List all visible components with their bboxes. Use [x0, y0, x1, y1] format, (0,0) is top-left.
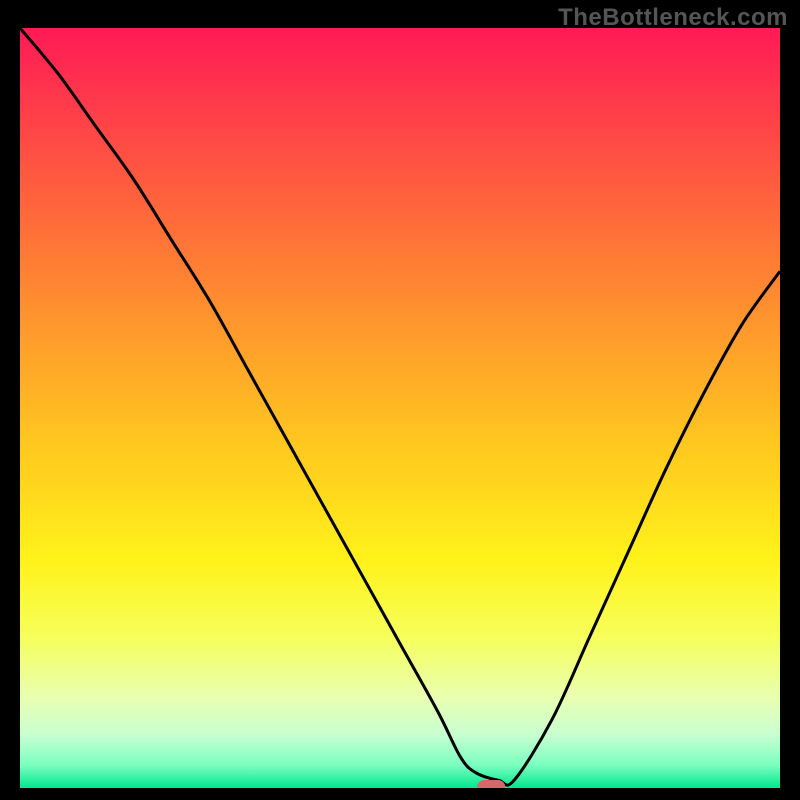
- plot-area: [20, 28, 780, 788]
- gradient-background: [20, 28, 780, 788]
- optimal-marker: [477, 780, 505, 788]
- bottleneck-chart: [20, 28, 780, 788]
- chart-frame: TheBottleneck.com: [0, 0, 800, 800]
- watermark-text: TheBottleneck.com: [558, 4, 788, 32]
